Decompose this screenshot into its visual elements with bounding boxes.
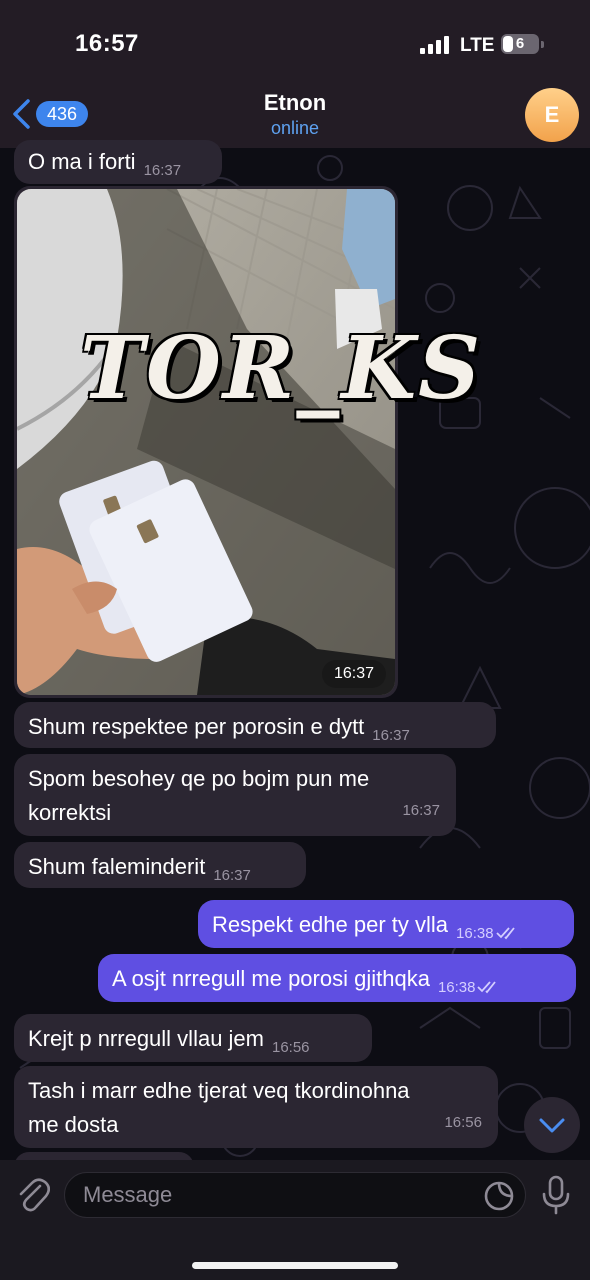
- scroll-down-button[interactable]: [524, 1097, 580, 1153]
- message-text: Krejt p nrregull vllau jem: [28, 1026, 264, 1051]
- message-text: Shum respektee per porosin e dytt: [28, 714, 365, 739]
- message-bubble[interactable]: O ma i forti 16:37: [14, 140, 222, 184]
- message-text: Respekt edhe per ty vlla: [212, 912, 449, 937]
- battery-tip: [541, 41, 544, 48]
- read-check-icon: [495, 927, 515, 940]
- message-text: Shum faleminderit: [28, 854, 206, 879]
- message-time: 16:38: [456, 925, 494, 942]
- message-time: 16:37: [402, 802, 440, 819]
- message-bubble-outgoing[interactable]: Respekt edhe per ty vlla 16:38: [198, 900, 574, 948]
- photo[interactable]: [17, 189, 395, 695]
- read-check-icon: [477, 981, 497, 994]
- chat-title[interactable]: Etnon: [0, 90, 590, 116]
- message-text-line-1: Tash i marr edhe tjerat veq tkordinohna: [28, 1078, 410, 1103]
- message-bubble[interactable]: Shum faleminderit 16:37: [14, 842, 306, 888]
- microphone-icon[interactable]: [538, 1174, 574, 1216]
- message-time: 16:37: [213, 867, 251, 884]
- battery-level-text: 6: [515, 35, 525, 52]
- battery-icon: 6: [501, 34, 539, 54]
- message-bubble[interactable]: Spom besohey qe po bojm pun me korrektsi…: [14, 754, 456, 836]
- network-type: LTE: [460, 35, 495, 56]
- scroll-down-icon: [539, 1118, 565, 1133]
- status-bar: 16:57 LTE 6: [0, 0, 590, 80]
- paperclip-icon[interactable]: [14, 1174, 50, 1214]
- message-bubble[interactable]: Shum respektee per porosin e dytt 16:37: [14, 702, 496, 748]
- message-time: 16:38: [437, 979, 476, 996]
- message-text-line-2: me dosta: [28, 1112, 119, 1137]
- message-text: O ma i forti: [28, 149, 136, 174]
- message-bubble[interactable]: Krejt p nrregull vllau jem 16:56: [14, 1014, 372, 1062]
- photo-message[interactable]: [14, 186, 398, 698]
- chat-header: 436 Etnon online E: [0, 80, 590, 148]
- home-indicator: [192, 1262, 398, 1269]
- avatar[interactable]: E: [525, 88, 579, 142]
- message-bubble-outgoing[interactable]: A osjt nrregull me porosi gjithqka 16:38: [98, 954, 576, 1002]
- watermark-text: TOR_KS: [80, 318, 483, 419]
- sticker-icon[interactable]: [482, 1179, 516, 1213]
- message-text-line-1: Spom besohey qe po bojm pun me: [28, 766, 370, 791]
- message-time: 16:56: [444, 1114, 482, 1131]
- message-time: 16:37: [143, 162, 182, 179]
- signal-icon: [420, 36, 450, 54]
- status-time: 16:57: [75, 30, 139, 57]
- message-text: A osjt nrregull me porosi gjithqka: [112, 966, 430, 991]
- chat-status: online: [270, 118, 320, 138]
- message-text-line-2: korrektsi: [28, 800, 112, 825]
- message-time: 16:56: [271, 1039, 310, 1056]
- message-time: 16:37: [372, 727, 410, 744]
- message-input[interactable]: [64, 1172, 526, 1218]
- photo-time: 16:37: [322, 660, 386, 688]
- message-input-bar: [0, 1160, 590, 1280]
- message-bubble[interactable]: Tash i marr edhe tjerat veq tkordinohna …: [14, 1066, 498, 1148]
- photo-image: [17, 189, 395, 695]
